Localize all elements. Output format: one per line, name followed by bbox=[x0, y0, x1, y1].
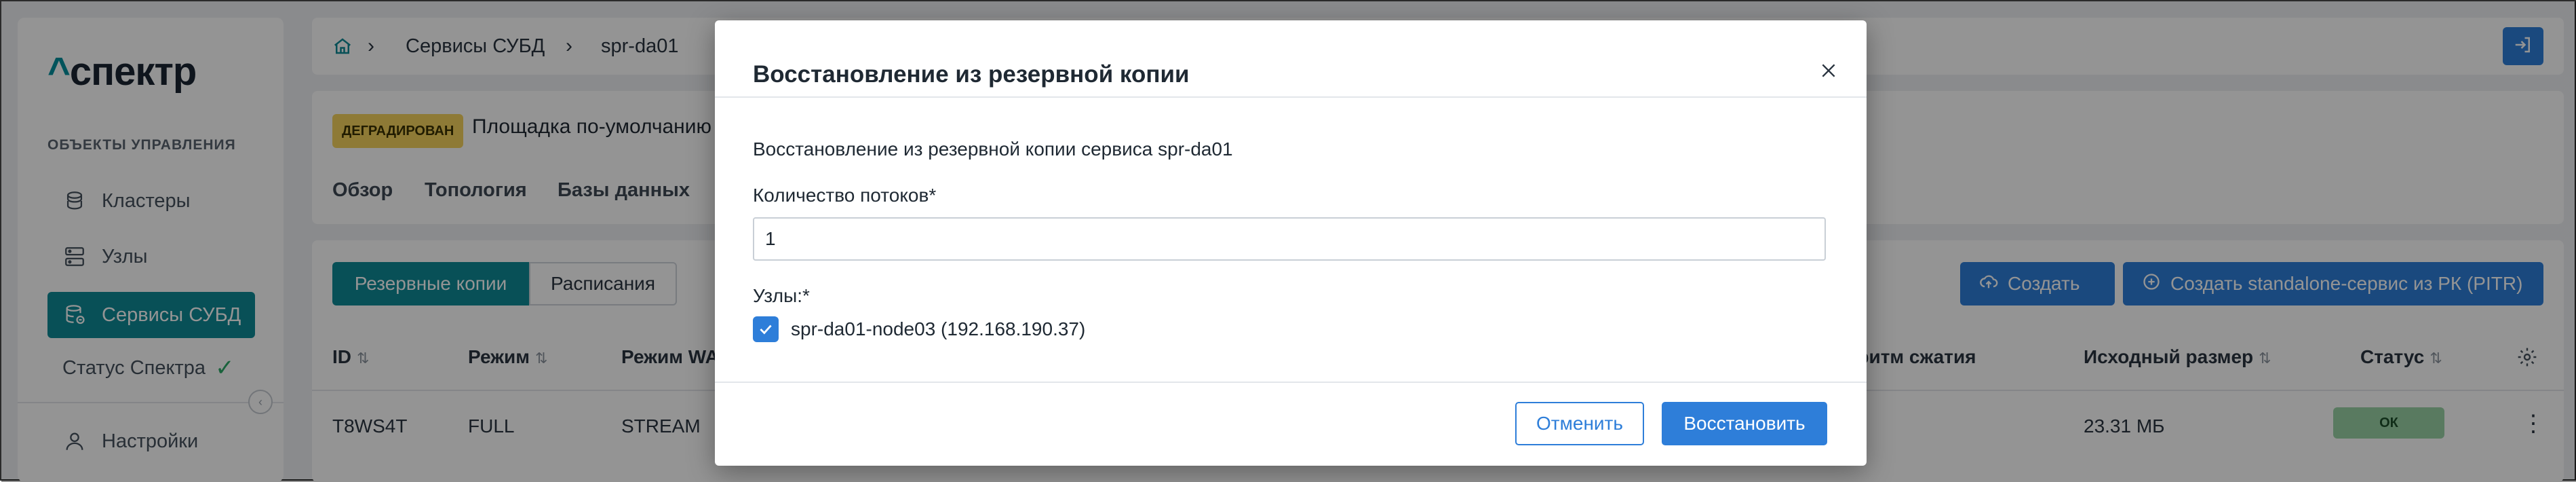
dialog-description: Восстановление из резервной копии сервис… bbox=[753, 138, 1233, 160]
nodes-label: Узлы:* bbox=[753, 285, 810, 306]
node-checkbox-option[interactable]: spr-da01-node03 (192.168.190.37) bbox=[753, 316, 1085, 342]
close-icon[interactable] bbox=[1814, 56, 1843, 86]
restore-dialog: Восстановление из резервной копии Восста… bbox=[715, 20, 1867, 466]
dialog-header-divider bbox=[715, 96, 1867, 98]
dialog-footer-divider bbox=[715, 382, 1867, 383]
app-window: ^спектр ОБЪЕКТЫ УПРАВЛЕНИЯ Кластеры Узлы… bbox=[0, 0, 2576, 482]
checkbox-checked-icon[interactable] bbox=[753, 316, 779, 342]
dialog-title: Восстановление из резервной копии bbox=[753, 61, 1190, 88]
threads-input[interactable] bbox=[753, 217, 1826, 261]
cancel-button[interactable]: Отменить bbox=[1515, 402, 1644, 445]
threads-label: Количество потоков* bbox=[753, 185, 937, 206]
node-option-label: spr-da01-node03 (192.168.190.37) bbox=[791, 318, 1086, 339]
restore-button[interactable]: Восстановить bbox=[1662, 402, 1827, 445]
